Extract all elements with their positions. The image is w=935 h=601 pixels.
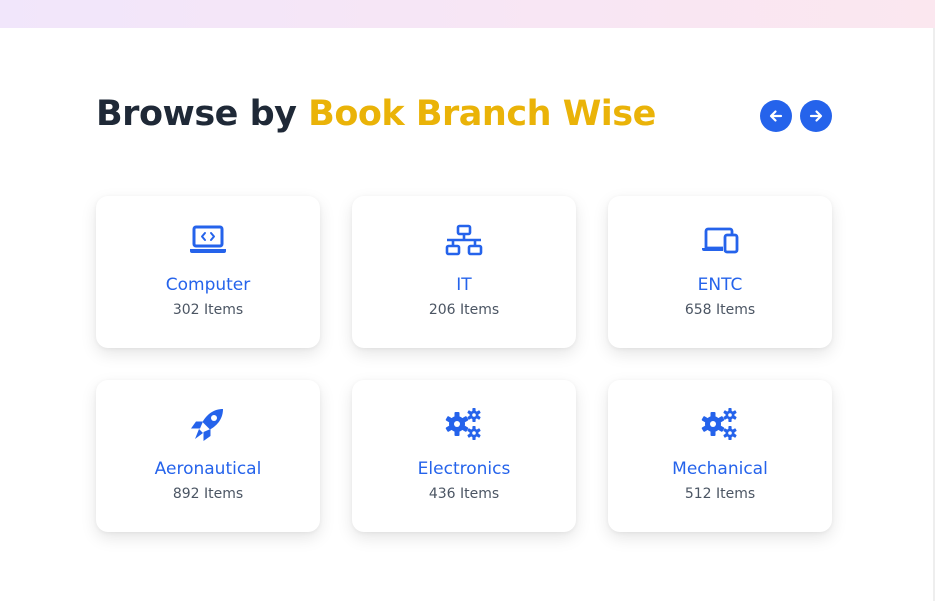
rocket-icon: [189, 405, 227, 443]
gears-icon: [701, 405, 739, 443]
section-title: Browse by Book Branch Wise: [96, 94, 656, 134]
branch-name: Aeronautical: [154, 459, 262, 479]
branch-name: Electronics: [417, 459, 511, 479]
prev-button[interactable]: [760, 100, 792, 132]
arrow-right-icon: [809, 110, 823, 122]
arrow-left-icon: [769, 110, 783, 122]
branch-count: 658 Items: [684, 302, 756, 318]
branch-name: Mechanical: [672, 459, 768, 479]
section-title-prefix: Browse by: [96, 94, 309, 134]
branch-grid: Computer 302 Items IT 206 Items ENTC 658…: [96, 196, 832, 532]
branch-count: 302 Items: [172, 302, 244, 318]
laptop-code-icon: [189, 221, 227, 259]
branch-count: 512 Items: [684, 486, 756, 502]
branch-name: IT: [456, 275, 472, 295]
branch-card-computer[interactable]: Computer 302 Items: [96, 196, 320, 348]
branch-count: 436 Items: [428, 486, 500, 502]
gears-icon: [445, 405, 483, 443]
network-icon: [445, 221, 483, 259]
branch-count: 892 Items: [172, 486, 244, 502]
top-gradient-band: [0, 0, 935, 28]
branch-card-mechanical[interactable]: Mechanical 512 Items: [608, 380, 832, 532]
branch-card-it[interactable]: IT 206 Items: [352, 196, 576, 348]
branch-count: 206 Items: [428, 302, 500, 318]
branch-card-entc[interactable]: ENTC 658 Items: [608, 196, 832, 348]
branch-card-electronics[interactable]: Electronics 436 Items: [352, 380, 576, 532]
branch-card-aeronautical[interactable]: Aeronautical 892 Items: [96, 380, 320, 532]
section-title-accent: Book Branch Wise: [308, 94, 656, 134]
next-button[interactable]: [800, 100, 832, 132]
branch-name: ENTC: [697, 275, 743, 295]
branch-name: Computer: [165, 275, 251, 295]
devices-icon: [701, 221, 739, 259]
